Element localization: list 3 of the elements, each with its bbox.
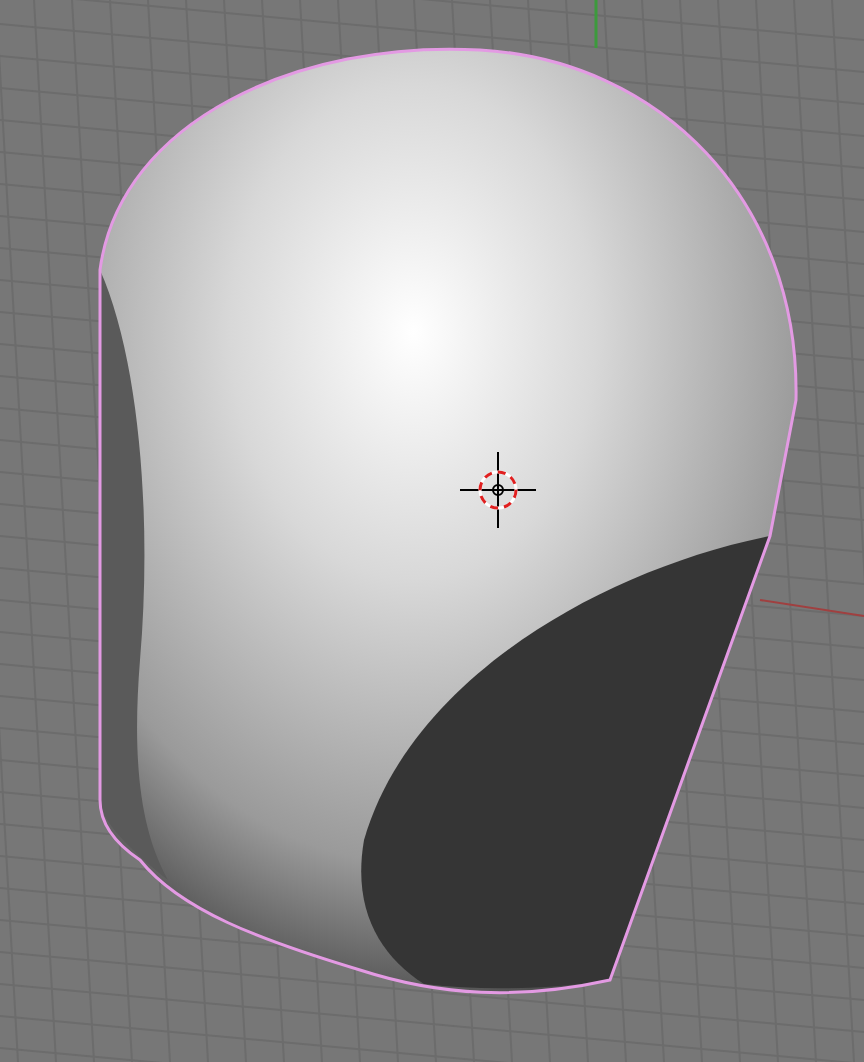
y-axis-line	[594, 0, 598, 48]
x-axis-line	[759, 599, 864, 617]
3d-cursor-icon	[459, 451, 537, 529]
